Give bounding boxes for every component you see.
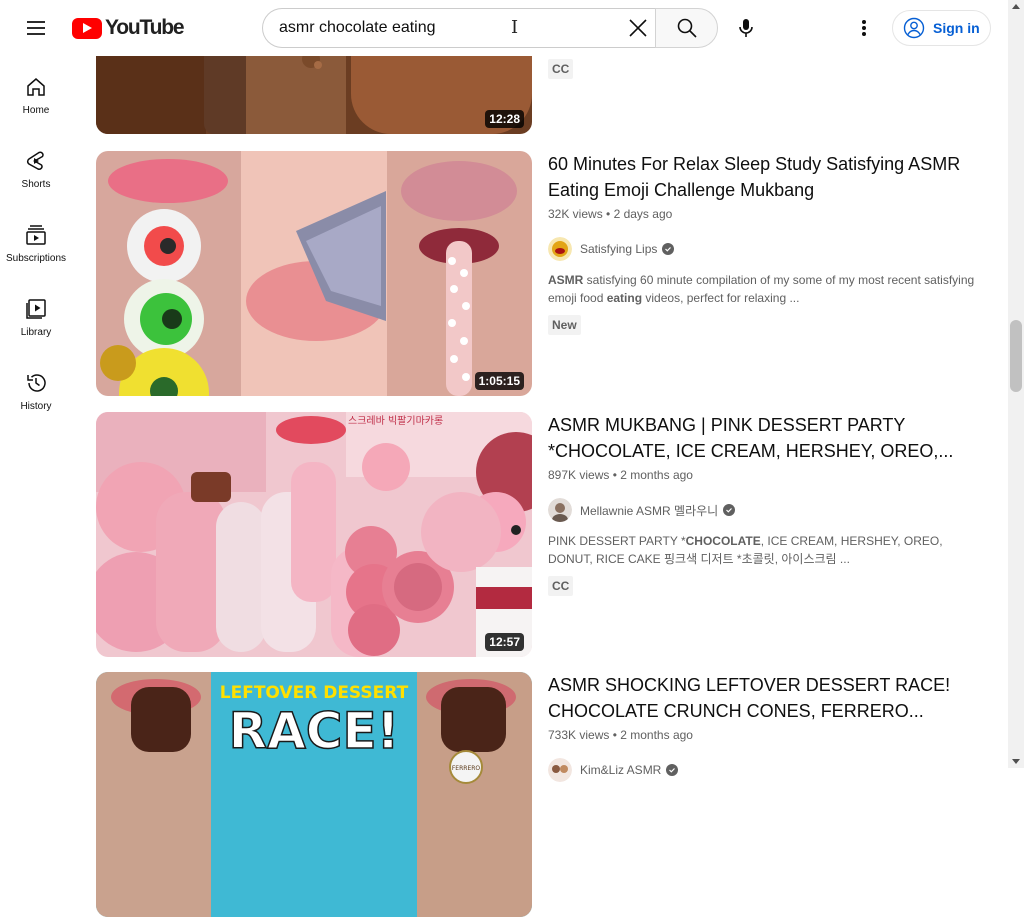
video-info: ASMR MUKBANG | PINK DESSERT PARTY *CHOCO… xyxy=(548,412,988,596)
verified-badge-icon xyxy=(723,504,736,516)
microphone-icon xyxy=(739,19,753,37)
subscriptions-icon xyxy=(26,225,46,245)
sign-in-button[interactable]: Sign in xyxy=(892,10,991,46)
thumbnail-image: 스크레바 빅팔기마카롱 xyxy=(96,412,532,657)
video-duration: 1:05:15 xyxy=(474,372,524,390)
video-description-snippet: PINK DESSERT PARTY *CHOCOLATE, ICE CREAM… xyxy=(548,534,943,566)
text-cursor-icon: I xyxy=(511,17,519,38)
channel-name: Mellawnie ASMR 멜라우니 xyxy=(580,503,719,518)
video-thumbnail[interactable]: 1:05:15 xyxy=(96,151,532,396)
sidebar-item-library[interactable]: Library xyxy=(0,278,72,352)
sidebar-item-label: Home xyxy=(22,105,50,116)
video-metadata: 897K views • 2 months ago xyxy=(548,468,693,482)
home-icon xyxy=(27,78,45,96)
video-result: LEFTOVER DESSERT RACE! FERRERO ASMR SHOC… xyxy=(96,672,996,917)
thumbnail-image xyxy=(96,151,532,396)
publish-date: 2 days ago xyxy=(613,207,673,221)
close-icon xyxy=(629,19,647,37)
logo-wordmark: YouTube xyxy=(105,16,185,39)
video-result: 스크레바 빅팔기마카롱 12:57 ASMR MUKBANG | PINK DE… xyxy=(96,412,996,657)
view-count: 32K views xyxy=(548,207,603,221)
page-scrollbar[interactable] xyxy=(1008,0,1024,768)
sidebar-item-label: Shorts xyxy=(21,179,51,190)
video-title[interactable]: ASMR SHOCKING LEFTOVER DESSERT RACE! CHO… xyxy=(548,672,988,724)
thumbnail-korean-text: 스크레바 빅팔기마카롱 xyxy=(348,415,443,427)
search-icon xyxy=(677,18,697,38)
publish-date: 2 months ago xyxy=(620,468,693,482)
publish-date: 2 months ago xyxy=(620,728,693,742)
search-results-list: 12:28 CC 1:05:15 60 Minutes For Relax Sl… xyxy=(96,0,996,917)
channel-link[interactable]: Kim&Liz ASMR xyxy=(548,758,988,782)
video-thumbnail[interactable]: LEFTOVER DESSERT RACE! FERRERO xyxy=(96,672,532,917)
search-query-text[interactable]: asmr chocolate eating xyxy=(279,19,656,37)
avatar xyxy=(548,758,572,782)
video-duration: 12:57 xyxy=(485,633,524,651)
sidebar-item-label: History xyxy=(20,401,52,412)
youtube-play-icon xyxy=(72,17,102,39)
scroll-down-arrow-icon[interactable] xyxy=(1012,759,1020,764)
view-count: 733K views xyxy=(548,728,610,742)
video-info: 60 Minutes For Relax Sleep Study Satisfy… xyxy=(548,151,988,335)
account-circle-icon xyxy=(903,17,925,39)
thumbnail-image: LEFTOVER DESSERT RACE! FERRERO xyxy=(96,672,532,917)
video-metadata: 32K views • 2 days ago xyxy=(548,207,673,221)
video-info: ASMR SHOCKING LEFTOVER DESSERT RACE! CHO… xyxy=(548,672,988,782)
sidebar-item-shorts[interactable]: Shorts xyxy=(0,130,72,204)
channel-link[interactable]: Mellawnie ASMR 멜라우니 xyxy=(548,498,988,522)
video-duration: 12:28 xyxy=(485,110,524,128)
verified-badge-icon xyxy=(662,243,675,255)
masthead: YouTube asmr chocolate eating I Sign in xyxy=(0,0,1008,56)
sidebar-item-history[interactable]: History xyxy=(0,352,72,426)
thumbnail-brand-text: FERRERO xyxy=(452,765,481,772)
thumbnail-headline: LEFTOVER DESSERT xyxy=(220,683,409,703)
sidebar-item-label: Subscriptions xyxy=(5,253,67,264)
channel-name: Satisfying Lips xyxy=(580,242,658,256)
hamburger-menu-icon xyxy=(27,21,45,35)
video-title[interactable]: 60 Minutes For Relax Sleep Study Satisfy… xyxy=(548,151,988,203)
video-title[interactable]: ASMR MUKBANG | PINK DESSERT PARTY *CHOCO… xyxy=(548,412,988,464)
avatar xyxy=(548,237,572,261)
verified-badge-icon xyxy=(666,764,679,776)
sidebar-item-home[interactable]: Home xyxy=(0,56,72,130)
youtube-logo[interactable]: YouTube xyxy=(72,16,185,40)
search-button[interactable] xyxy=(655,8,718,48)
scroll-up-arrow-icon[interactable] xyxy=(1012,4,1020,9)
cc-badge: CC xyxy=(548,59,574,79)
library-icon xyxy=(26,299,46,319)
sidebar-item-label: Library xyxy=(20,327,52,338)
guide-menu-button[interactable] xyxy=(16,8,56,48)
mini-guide: Home Shorts Subscriptions Library Histor… xyxy=(0,56,72,768)
video-thumbnail[interactable]: 스크레바 빅팔기마카롱 12:57 xyxy=(96,412,532,657)
sidebar-item-subscriptions[interactable]: Subscriptions xyxy=(0,204,72,278)
channel-name: Kim&Liz ASMR xyxy=(580,763,662,777)
history-icon xyxy=(27,374,46,392)
view-count: 897K views xyxy=(548,468,610,482)
search-input[interactable]: asmr chocolate eating xyxy=(262,8,656,48)
clear-search-button[interactable] xyxy=(618,8,658,48)
sign-in-label: Sign in xyxy=(933,20,980,36)
video-result: 1:05:15 60 Minutes For Relax Sleep Study… xyxy=(96,151,996,396)
settings-menu-button[interactable] xyxy=(844,8,884,48)
shorts-icon xyxy=(26,151,44,170)
cc-badge: CC xyxy=(548,576,574,596)
video-metadata: 733K views • 2 months ago xyxy=(548,728,693,742)
more-vertical-icon xyxy=(862,20,866,36)
channel-link[interactable]: Satisfying Lips xyxy=(548,237,988,261)
video-description-snippet: ASMR satisfying 60 minute compilation of… xyxy=(548,273,975,305)
scrollbar-thumb[interactable] xyxy=(1010,320,1022,392)
avatar xyxy=(548,498,572,522)
thumbnail-headline-2: RACE! xyxy=(229,702,400,760)
voice-search-button[interactable] xyxy=(726,8,766,48)
new-badge: New xyxy=(548,315,581,335)
